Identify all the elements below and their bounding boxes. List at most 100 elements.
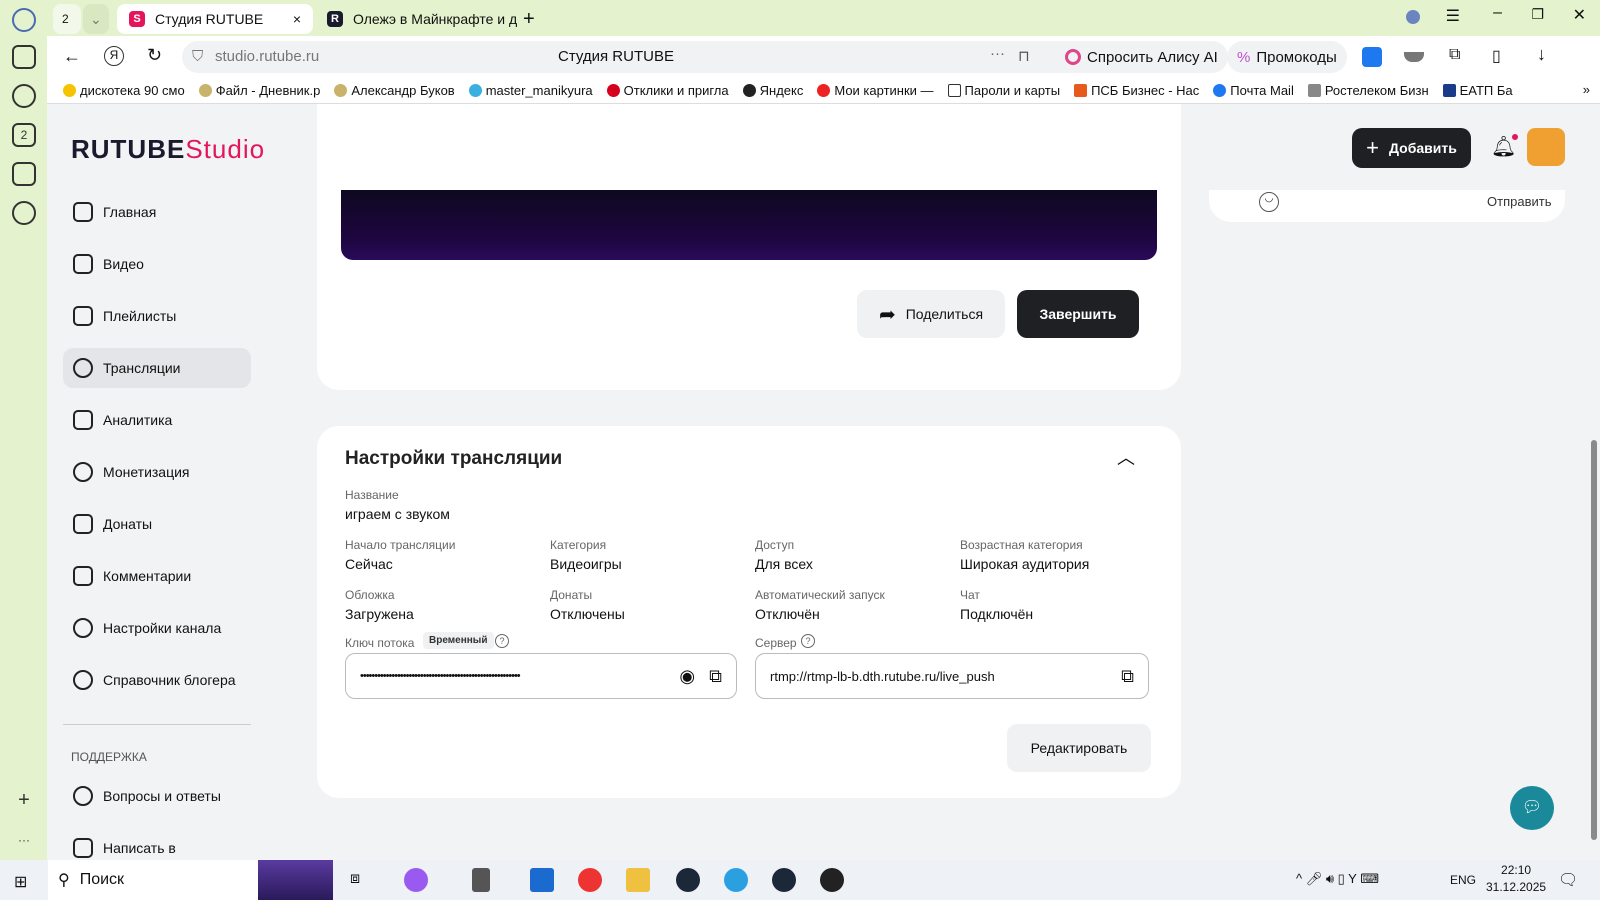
close-window-icon[interactable]: ✕ (1573, 5, 1586, 25)
minimize-icon[interactable]: – (1493, 4, 1502, 22)
tab-studio[interactable]: S Студия RUTUBE × (117, 4, 313, 34)
bookmark[interactable]: Ростелеком Бизн (1307, 83, 1429, 98)
comment-icon (73, 566, 93, 586)
puzzle-icon[interactable]: ⧉ (1449, 46, 1460, 64)
calculator-icon[interactable] (472, 868, 490, 892)
bookmark-icon[interactable]: ⊓ (1018, 47, 1030, 65)
scrollbar-thumb[interactable] (1591, 440, 1597, 840)
eye-icon[interactable]: ◉ (679, 666, 695, 687)
extension-icon[interactable] (1362, 47, 1382, 67)
extension-icon[interactable] (1404, 52, 1424, 62)
steam-icon[interactable] (676, 868, 700, 892)
server-field[interactable]: rtmp://rtmp-lb-b.dth.rutube.ru/live_push… (755, 653, 1149, 699)
sidebar-item-donations[interactable]: Донаты (63, 504, 251, 544)
help-icon[interactable]: ? (495, 634, 509, 648)
more-icon[interactable]: ··· (12, 830, 36, 854)
plus-icon: + (1366, 135, 1380, 160)
tab-counter[interactable]: 2 (53, 4, 81, 34)
avatar[interactable] (1527, 128, 1565, 166)
sidebar-item-blogger-guide[interactable]: Справочник блогера (63, 660, 251, 700)
sidebar-item-contact[interactable]: Написать в (63, 828, 251, 860)
bookmark[interactable]: Пароли и карты (947, 83, 1060, 98)
telegram-icon[interactable] (724, 868, 748, 892)
clock[interactable]: 22:10 31.12.2025 (1486, 863, 1546, 894)
alice-app-icon[interactable] (404, 868, 428, 892)
more-icon[interactable]: ··· (990, 45, 1005, 62)
sidebar-item-comments[interactable]: Комментарии (63, 556, 251, 596)
browser-toolbar: ← Я ↻ ⛉ studio.rutube.ru Студия RUTUBE ·… (47, 36, 1600, 78)
collections-icon[interactable]: ▯ (1492, 46, 1501, 66)
task-view-icon[interactable]: ⧈ (350, 870, 360, 888)
back-icon[interactable]: ← (63, 46, 81, 67)
field-value: Отключены (550, 606, 625, 622)
sidebar-item-faq[interactable]: Вопросы и ответы (63, 776, 251, 816)
bookmark[interactable]: Почта Mail (1213, 83, 1294, 98)
bookmark[interactable]: master_manikyura (468, 83, 593, 98)
tray-icons[interactable]: ^ 🎤︎ 🔊︎ ▯ Y ⌨ (1296, 871, 1379, 887)
bookmark[interactable]: Александр Буков (334, 83, 455, 98)
video-player[interactable] (341, 190, 1157, 260)
support-chat-button[interactable]: 💬︎ (1510, 786, 1554, 830)
collections-icon[interactable] (12, 162, 36, 186)
file-explorer-icon[interactable] (626, 868, 650, 892)
sidebar-item-channel-settings[interactable]: Настройки канала (63, 608, 251, 648)
copy-icon[interactable]: ⧉ (1121, 666, 1134, 687)
obs-icon[interactable] (820, 868, 844, 892)
chevron-down-icon[interactable]: ⌄ (83, 4, 109, 34)
language-indicator[interactable]: ENG (1450, 873, 1476, 887)
send-button[interactable]: Отправить (1487, 194, 1551, 209)
reload-icon[interactable]: ↻ (147, 45, 162, 66)
add-button[interactable]: + Добавить (1352, 128, 1471, 168)
bookmark[interactable]: Мои картинки — (817, 83, 934, 98)
add-panel-icon[interactable]: + (12, 790, 36, 814)
yandex-icon[interactable]: Я (104, 46, 124, 66)
bookmark[interactable]: Яндекс (742, 83, 803, 98)
restore-icon[interactable]: ❐ (1531, 6, 1544, 23)
video-icon[interactable] (12, 201, 36, 225)
edit-button[interactable]: Редактировать (1007, 724, 1151, 772)
bookmark[interactable]: ПСБ Бизнес - Нас (1074, 83, 1199, 98)
finish-button[interactable]: Завершить (1017, 290, 1139, 338)
emoji-icon[interactable]: ◡ (1259, 192, 1279, 212)
copy-icon[interactable]: ⧉ (709, 666, 722, 687)
mail-icon (73, 838, 93, 858)
share-button[interactable]: ➦ Поделиться (857, 290, 1005, 338)
stream-key-field[interactable]: ••••••••••••••••••••••••••••••••••••••••… (345, 653, 737, 699)
bookmark[interactable]: Файл - Дневник.р (198, 83, 320, 98)
close-icon[interactable]: × (293, 11, 301, 27)
download-icon[interactable]: ↓ (1537, 44, 1546, 65)
bookmark[interactable]: дискотека 90 смо (63, 83, 185, 98)
field-label: Возрастная категория (960, 538, 1083, 552)
notifications-icon[interactable]: 🗨︎ (1558, 870, 1578, 890)
sidebar-item-streams[interactable]: Трансляции (63, 348, 251, 388)
profile-icon[interactable] (1406, 10, 1420, 24)
steam-icon[interactable] (772, 868, 796, 892)
more-bookmarks-icon[interactable]: » (1583, 82, 1590, 97)
search-label: Поиск (79, 871, 125, 888)
windows-start-icon[interactable]: ⊞ (14, 872, 27, 892)
address-bar[interactable]: ⛉ studio.rutube.ru Студия RUTUBE ··· ⊓ (182, 41, 1092, 73)
yandex-browser-icon[interactable] (578, 868, 602, 892)
chevron-up-icon[interactable]: ︿ (1117, 444, 1135, 470)
tab-count-icon[interactable]: 2 (12, 123, 36, 147)
outlook-icon[interactable] (530, 868, 554, 892)
screenshot-icon[interactable] (12, 45, 36, 69)
alice-button[interactable]: Спросить Алису AI (1055, 41, 1228, 73)
bookmark[interactable]: ЕАТП Ба (1442, 83, 1513, 98)
sidebar-item-video[interactable]: Видео (63, 244, 251, 284)
sidebar-item-playlists[interactable]: Плейлисты (63, 296, 251, 336)
stream-key-value: ••••••••••••••••••••••••••••••••••••••••… (360, 670, 521, 682)
sidebar-item-monetization[interactable]: Монетизация (63, 452, 251, 492)
rutube-studio-logo[interactable]: RUTUBEStudio (71, 134, 265, 165)
history-icon[interactable] (12, 84, 36, 108)
sidebar-item-analytics[interactable]: Аналитика (63, 400, 251, 440)
bookmark[interactable]: Отклики и пригла (606, 83, 729, 98)
help-icon[interactable]: ? (801, 634, 815, 648)
sidebar-item-home[interactable]: Главная (63, 192, 251, 232)
new-tab-button[interactable]: + (511, 4, 547, 34)
profile-icon[interactable] (12, 8, 36, 32)
menu-icon[interactable]: ☰ (1446, 6, 1460, 26)
bell-icon[interactable]: 🔔︎ (1491, 134, 1519, 159)
browser-side-panel: 2 + ··· (0, 0, 47, 860)
promo-button[interactable]: % Промокоды (1227, 41, 1347, 73)
